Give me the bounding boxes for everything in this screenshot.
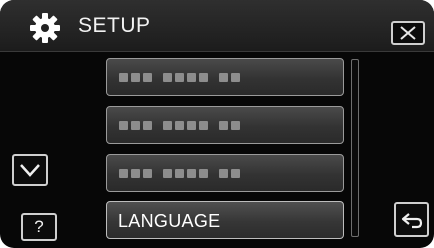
- close-icon: [400, 26, 416, 40]
- menu-item-disabled-1[interactable]: [106, 58, 344, 96]
- gear-icon: [30, 13, 60, 43]
- placeholder-text: [119, 72, 243, 82]
- header-bar: SETUP: [0, 0, 434, 52]
- menu-item-disabled-2[interactable]: [106, 106, 344, 144]
- placeholder-text: [119, 120, 243, 130]
- close-button[interactable]: [391, 21, 425, 45]
- back-button[interactable]: [394, 202, 429, 237]
- scroll-down-button[interactable]: [12, 154, 48, 186]
- page-title: SETUP: [78, 14, 151, 37]
- chevron-down-icon: [20, 164, 40, 177]
- menu-item-label: LANGUAGE: [118, 211, 221, 231]
- setup-screen: SETUP LANGUAGE ?: [0, 0, 434, 248]
- menu-item-disabled-3[interactable]: [106, 154, 344, 192]
- return-arrow-icon: [401, 212, 422, 228]
- help-button[interactable]: ?: [21, 213, 57, 241]
- scrollbar[interactable]: [351, 59, 359, 237]
- placeholder-text: [119, 168, 243, 178]
- menu-item-language[interactable]: LANGUAGE: [106, 201, 344, 239]
